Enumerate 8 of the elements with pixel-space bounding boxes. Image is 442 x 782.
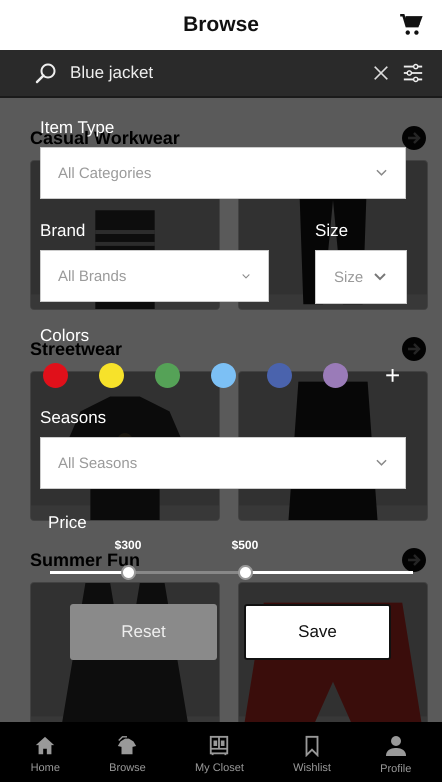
- field-label: Brand: [40, 221, 86, 241]
- field-label: Seasons: [40, 408, 106, 428]
- field-label: Price: [48, 513, 87, 533]
- field-label: Size: [315, 221, 348, 241]
- page-title: Browse: [183, 13, 259, 37]
- section-title: Summer Fun: [30, 551, 140, 569]
- price-value: $300: [114, 538, 142, 552]
- price-value: $500: [232, 538, 258, 552]
